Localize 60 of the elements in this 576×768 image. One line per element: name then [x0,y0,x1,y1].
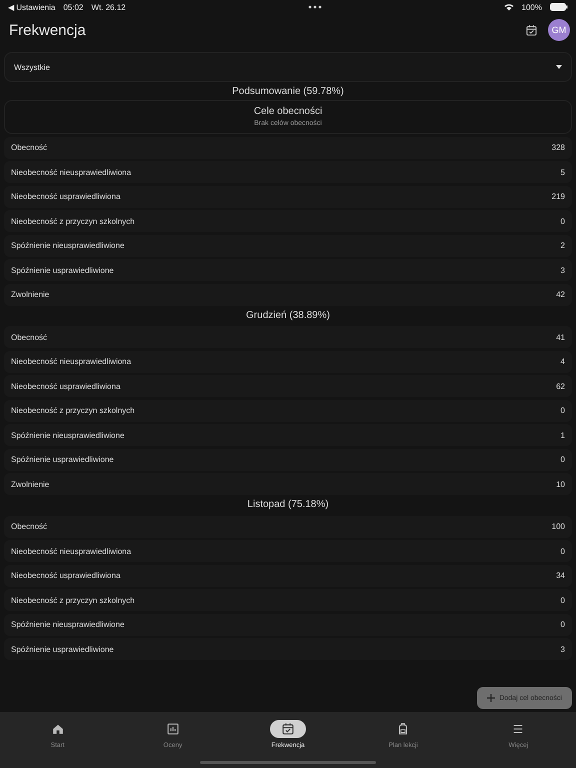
row-value: 3 [560,644,565,654]
battery-icon [550,3,568,11]
row-value: 0 [560,596,565,604]
battery-percent: 100% [522,2,542,12]
status-date: Wt. 26.12 [91,2,126,12]
avatar[interactable]: GM [548,19,570,41]
row-value: 328 [552,143,565,152]
row-value: 42 [556,290,565,299]
row-value: 3 [560,266,565,274]
wifi-icon [504,3,514,11]
page-title: Frekwencja [9,22,87,38]
row-label: Zwolnienie [11,480,50,488]
row-label: Nieobecność nieusprawiedliwiona [11,546,132,556]
row-label: Spóźnienie usprawiedliwione [11,266,115,274]
row-value: 62 [556,382,565,390]
row-label: Nieobecność usprawiedliwiona [11,192,122,201]
calendar-icon [281,722,295,736]
row-label: Spóźnienie usprawiedliwione [11,644,115,654]
row-label: Obecność [11,332,48,342]
status-time: 05:02 [63,2,84,12]
filter-dropdown[interactable]: Wszystkie [4,52,572,82]
row-label: Nieobecność usprawiedliwiona [11,571,122,580]
row-value: 0 [560,620,565,629]
row-value: 100 [552,522,565,531]
more-dots-icon [308,5,322,9]
section-title: Podsumowanie (59.78%) [231,85,345,99]
home-icon [50,722,65,736]
section-title: Grudzień (38.89%) [245,308,331,322]
calendar-icon[interactable] [525,24,538,36]
row-value: 4 [560,357,565,366]
row-value: 34 [556,571,565,580]
goals-title: Cele obecności [252,106,324,117]
plus-icon [487,694,496,702]
row-value: 219 [552,192,565,201]
section-title: Listopad (75.18%) [246,498,330,512]
row-label: Zwolnienie [11,290,50,299]
dropdown-caret-icon [556,65,562,69]
bar-chart-icon [166,722,180,736]
row-label: Obecność [11,522,48,531]
row-value: 10 [556,480,565,488]
row-label: Spóźnienie nieusprawiedliwione [11,430,126,440]
row-label: Nieobecność z przyczyn szkolnych [11,406,136,415]
row-value: 0 [560,406,565,415]
row-label: Spóźnienie nieusprawiedliwione [11,620,126,629]
row-label: Nieobecność usprawiedliwiona [11,382,122,390]
row-label: Nieobecność nieusprawiedliwiona [11,357,132,366]
row-label: Spóźnienie nieusprawiedliwione [11,241,126,250]
row-label: Nieobecność nieusprawiedliwiona [11,168,132,176]
row-value: 1 [560,430,565,440]
row-value: 0 [560,546,565,556]
row-value: 41 [556,332,565,342]
row-label: Spóźnienie usprawiedliwione [11,455,115,464]
row-label: Nieobecność z przyczyn szkolnych [11,216,136,226]
row-value: 0 [560,216,565,226]
row-value: 0 [560,455,565,464]
row-value: 5 [560,168,565,176]
row-label: Nieobecność z przyczyn szkolnych [11,596,136,604]
row-label: Obecność [11,143,48,152]
row-value: 2 [560,241,565,250]
back-link[interactable]: ◀ Ustawienia [8,2,56,12]
